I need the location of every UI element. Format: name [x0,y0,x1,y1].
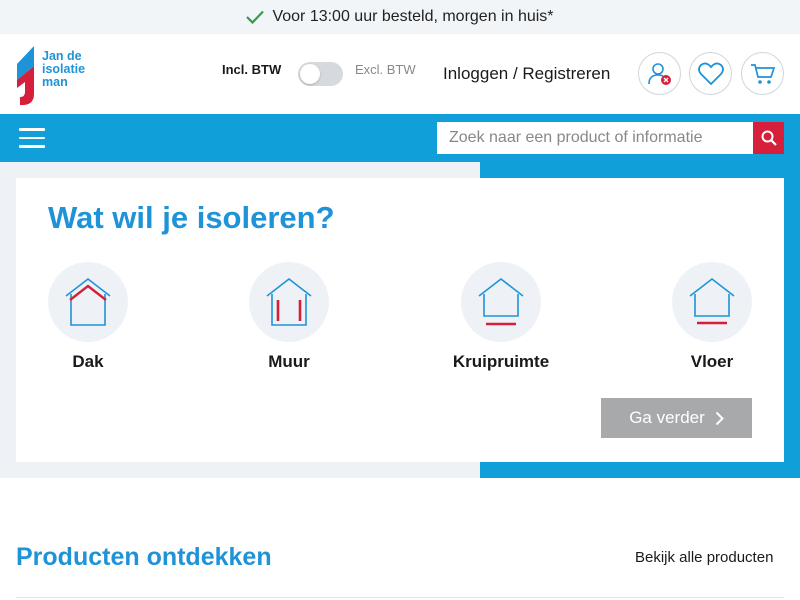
crawlspace-house-icon [478,277,524,326]
option-muur[interactable]: Muur [234,262,344,372]
header: Jan de isolatie man Incl. BTW Excl. BTW … [0,34,800,114]
continue-button[interactable]: Ga verder [601,398,752,438]
btw-toggle[interactable] [298,62,343,86]
nav-bar [0,114,800,162]
option-label: Kruipruimte [452,352,550,371]
account-icon [647,62,671,85]
search-icon [761,130,777,146]
btw-incl-label[interactable]: Incl. BTW [222,62,281,77]
logo[interactable]: Jan de isolatie man [16,42,106,106]
announcement-text: Voor 13:00 uur besteld, morgen in huis* [272,8,554,25]
hero-title: Wat wil je isoleren? [48,200,335,235]
roof-house-icon [65,277,111,326]
wall-house-icon [266,277,312,326]
continue-button-label: Ga verder [629,408,705,427]
floor-house-icon [689,277,735,325]
hamburger-icon[interactable] [19,128,45,148]
search-input[interactable] [437,122,753,154]
option-label: Vloer [690,352,734,371]
option-kruipruimte[interactable]: Kruipruimte [446,262,556,372]
divider [16,597,784,598]
option-label: Dak [72,352,104,371]
search-bar [437,122,784,154]
wishlist-button[interactable] [689,52,732,95]
announcement-bar: Voor 13:00 uur besteld, morgen in huis* [0,0,800,34]
checkmark-icon [246,10,265,24]
account-button[interactable] [638,52,681,95]
cart-button[interactable] [741,52,784,95]
btw-excl-label[interactable]: Excl. BTW [355,62,416,77]
logo-text-line3: man [42,75,68,89]
insulation-selector-card: Wat wil je isoleren? Dak Muur Kruipruimt… [16,178,784,462]
toggle-knob [300,64,320,84]
cart-icon [750,63,775,84]
search-button[interactable] [753,122,784,154]
chevron-right-icon [715,411,724,425]
option-label: Muur [268,352,310,371]
option-dak[interactable]: Dak [33,262,143,372]
option-vloer[interactable]: Vloer [657,262,767,372]
heart-icon [697,62,724,85]
login-register-link[interactable]: Inloggen / Registreren [443,64,610,84]
logo-mark-icon [17,46,34,105]
view-all-products-link[interactable]: Bekijk alle producten [635,549,773,566]
products-title: Producten ontdekken [16,543,272,571]
